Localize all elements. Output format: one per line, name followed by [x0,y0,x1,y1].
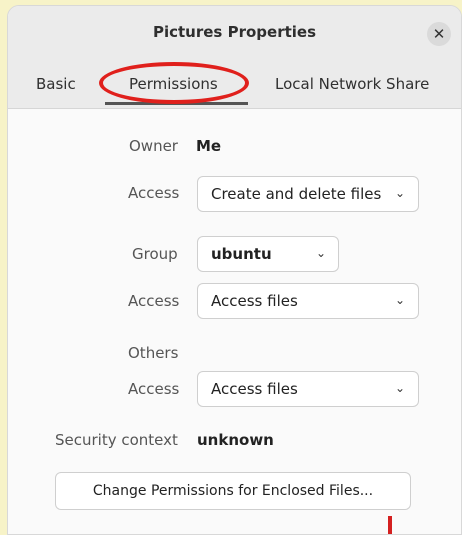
group-dropdown[interactable]: ubuntu ⌄ [197,236,339,272]
owner-access-value: Create and delete files [211,185,382,203]
dialog-title: Pictures Properties [152,23,316,41]
security-context-value: unknown [197,431,274,449]
owner-value: Me [196,137,222,155]
group-access-label: Access [128,292,180,310]
owner-access-label: Access [128,184,180,202]
tab-basic[interactable]: Basic [36,75,76,93]
group-label: Group [132,245,178,263]
group-access-value: Access files [211,292,298,310]
change-permissions-enclosed-button[interactable]: Change Permissions for Enclosed Files... [55,472,411,510]
close-button[interactable]: ✕ [427,22,451,46]
title-bar: Pictures Properties ✕ [8,6,461,58]
others-label: Others [128,344,179,362]
chevron-down-icon: ⌄ [394,381,406,395]
close-icon: ✕ [432,25,446,43]
tab-local-network-share[interactable]: Local Network Share [275,75,429,93]
annotation-line [388,516,392,534]
others-access-label: Access [128,380,180,398]
chevron-down-icon: ⌄ [394,186,406,200]
chevron-down-icon: ⌄ [394,293,406,307]
others-access-dropdown[interactable]: Access files ⌄ [197,371,419,407]
others-access-value: Access files [211,380,298,398]
owner-label: Owner [129,137,178,155]
chevron-down-icon: ⌄ [315,246,327,260]
group-value: ubuntu [211,245,272,263]
owner-access-dropdown[interactable]: Create and delete files ⌄ [197,176,419,212]
annotation-circle [99,62,249,104]
security-context-label: Security context [55,431,178,449]
group-access-dropdown[interactable]: Access files ⌄ [197,283,419,319]
properties-dialog: Pictures Properties ✕ Basic Permissions … [7,5,462,535]
